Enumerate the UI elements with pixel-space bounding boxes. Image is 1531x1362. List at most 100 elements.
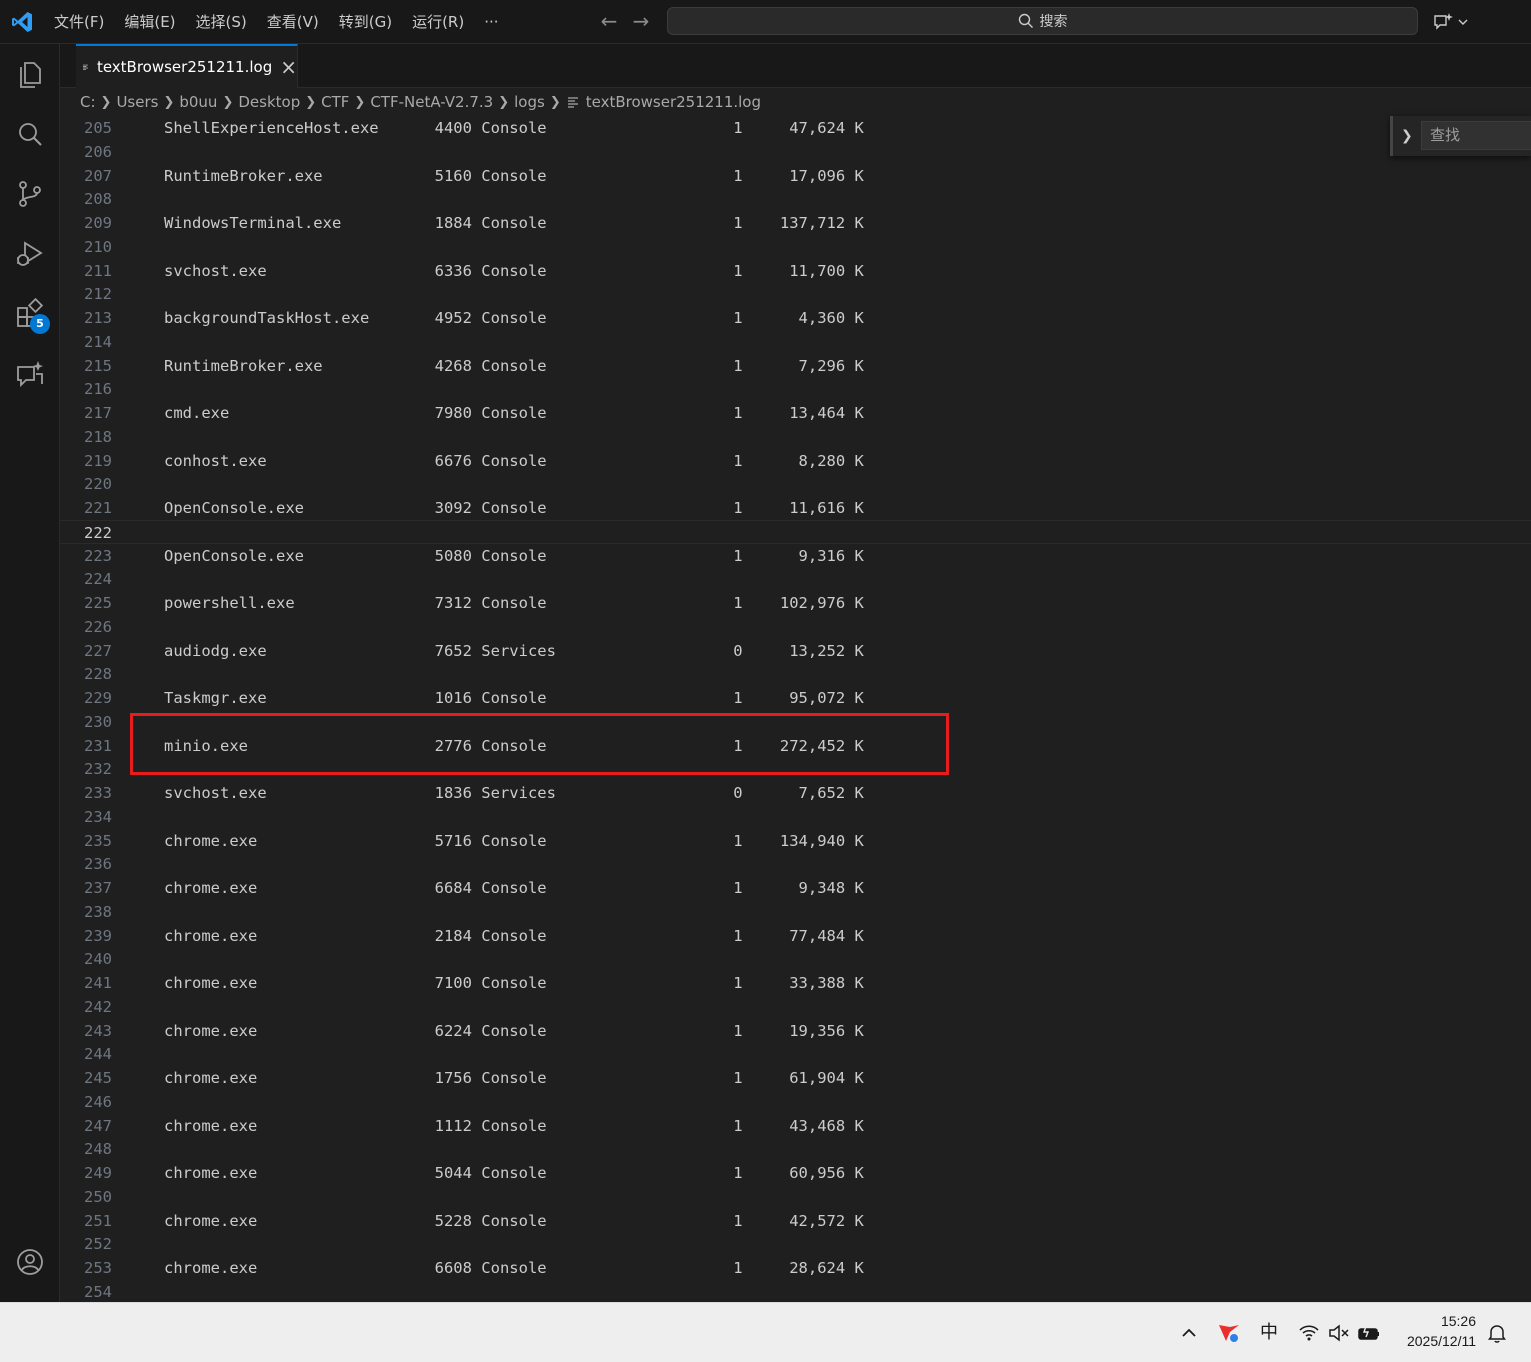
code-line[interactable]: 222 — [60, 519, 1531, 544]
line-number: 226 — [84, 617, 112, 636]
code-line[interactable]: 207 RuntimeBroker.exe 5160 Console 1 17,0… — [60, 164, 1531, 188]
breadcrumb-item[interactable]: CTF — [321, 93, 349, 111]
code-line[interactable]: 225 powershell.exe 7312 Console 1 102,976… — [60, 591, 1531, 615]
code-line[interactable]: 221 OpenConsole.exe 3092 Console 1 11,616… — [60, 496, 1531, 520]
code-line[interactable]: 252 — [60, 1232, 1531, 1256]
code-line[interactable]: 238 — [60, 900, 1531, 924]
line-number: 238 — [84, 902, 112, 921]
run-debug-icon[interactable] — [14, 238, 46, 270]
chevron-right-icon[interactable]: ❯ — [1401, 126, 1417, 146]
menu-item-1[interactable]: 编辑(E) — [114, 8, 185, 36]
line-number: 210 — [84, 237, 112, 256]
wifi-icon[interactable] — [1297, 1321, 1321, 1345]
source-control-icon[interactable] — [14, 178, 46, 210]
menu-item-3[interactable]: 查看(V) — [257, 8, 329, 36]
line-text: WindowsTerminal.exe 1884 Console 1 137,7… — [164, 214, 864, 232]
menu-item-2[interactable]: 选择(S) — [186, 8, 257, 36]
code-line[interactable]: 244 — [60, 1042, 1531, 1066]
code-line[interactable]: 250 — [60, 1185, 1531, 1209]
code-line[interactable]: 234 — [60, 805, 1531, 829]
code-line[interactable]: 209 WindowsTerminal.exe 1884 Console 1 13… — [60, 211, 1531, 235]
chevron-down-icon — [1458, 19, 1468, 25]
ime-indicator[interactable]: 中 — [1257, 1321, 1281, 1345]
menu-item-4[interactable]: 转到(G) — [329, 8, 402, 36]
close-icon[interactable]: × — [280, 57, 297, 77]
line-number: 209 — [84, 214, 112, 232]
tray-chevron-up-icon[interactable] — [1177, 1321, 1201, 1345]
code-line[interactable]: 211 svchost.exe 6336 Console 1 11,700 K — [60, 259, 1531, 283]
notification-bell-icon[interactable] — [1485, 1321, 1509, 1345]
code-line[interactable]: 226 — [60, 615, 1531, 639]
code-line[interactable]: 214 — [60, 330, 1531, 354]
code-line[interactable]: 247 chrome.exe 1112 Console 1 43,468 K — [60, 1114, 1531, 1138]
code-line[interactable]: 228 — [60, 662, 1531, 686]
system-clock[interactable]: 15:26 2025/12/11 — [1390, 1311, 1476, 1351]
command-center-search[interactable]: 搜索 — [667, 7, 1418, 35]
breadcrumb-item[interactable]: CTF-NetA-V2.7.3 — [370, 93, 493, 111]
arrow-right-icon[interactable]: → — [630, 10, 652, 32]
breadcrumb-item[interactable]: textBrowser251211.log — [586, 93, 761, 111]
explorer-icon[interactable] — [14, 58, 46, 90]
code-line[interactable]: 243 chrome.exe 6224 Console 1 19,356 K — [60, 1019, 1531, 1043]
code-line[interactable]: 237 chrome.exe 6684 Console 1 9,348 K — [60, 876, 1531, 900]
code-line[interactable]: 254 — [60, 1280, 1531, 1302]
code-line[interactable]: 246 — [60, 1090, 1531, 1114]
antivirus-icon[interactable] — [1217, 1321, 1241, 1345]
code-line[interactable]: 251 chrome.exe 5228 Console 1 42,572 K — [60, 1209, 1531, 1233]
breadcrumb-item[interactable]: C: — [80, 93, 96, 111]
code-line[interactable]: 241 chrome.exe 7100 Console 1 33,388 K — [60, 971, 1531, 995]
code-line[interactable]: 240 — [60, 947, 1531, 971]
breadcrumb-item[interactable]: Users — [116, 93, 158, 111]
code-line[interactable]: 212 — [60, 282, 1531, 306]
code-line[interactable]: 223 OpenConsole.exe 5080 Console 1 9,316 … — [60, 544, 1531, 568]
find-input[interactable]: 查找 — [1421, 121, 1531, 150]
code-line[interactable]: 235 chrome.exe 5716 Console 1 134,940 K — [60, 829, 1531, 853]
search-icon[interactable] — [14, 118, 46, 150]
line-text: RuntimeBroker.exe 4268 Console 1 7,296 K — [164, 356, 864, 375]
code-line[interactable]: 229 Taskmgr.exe 1016 Console 1 95,072 K — [60, 686, 1531, 710]
code-line[interactable]: 248 — [60, 1137, 1531, 1161]
account-icon[interactable] — [14, 1246, 46, 1278]
code-line[interactable]: 205 ShellExperienceHost.exe 4400 Console … — [60, 116, 1531, 140]
code-line[interactable]: 215 RuntimeBroker.exe 4268 Console 1 7,29… — [60, 354, 1531, 378]
line-number: 224 — [84, 570, 112, 589]
chat-icon[interactable] — [14, 358, 46, 390]
tab-label: textBrowser251211.log — [96, 58, 273, 76]
code-line[interactable]: 208 — [60, 187, 1531, 211]
code-line[interactable]: 224 — [60, 567, 1531, 591]
code-line[interactable]: 210 — [60, 235, 1531, 259]
code-line[interactable]: 217 cmd.exe 7980 Console 1 13,464 K — [60, 401, 1531, 425]
battery-icon[interactable] — [1357, 1321, 1381, 1345]
code-line[interactable]: 245 chrome.exe 1756 Console 1 61,904 K — [60, 1066, 1531, 1090]
menu-bar: 文件(F) 编辑(E) 选择(S) 查看(V) 转到(G) 运行(R) ··· — [44, 0, 509, 44]
line-text: svchost.exe 1836 Services 0 7,652 K — [164, 784, 864, 802]
code-line[interactable]: 206 — [60, 140, 1531, 164]
code-line[interactable]: 219 conhost.exe 6676 Console 1 8,280 K — [60, 449, 1531, 473]
menu-item-0[interactable]: 文件(F) — [44, 8, 114, 36]
menu-item-5[interactable]: 运行(R) — [402, 8, 474, 36]
arrow-left-icon[interactable]: ← — [598, 10, 620, 32]
line-number: 227 — [84, 641, 112, 660]
copilot-button[interactable] — [1432, 10, 1474, 34]
breadcrumb-item[interactable]: logs — [514, 93, 545, 111]
line-number: 230 — [84, 712, 112, 731]
code-line[interactable]: 239 chrome.exe 2184 Console 1 77,484 K — [60, 924, 1531, 948]
code-line[interactable]: 213 backgroundTaskHost.exe 4952 Console 1… — [60, 306, 1531, 330]
breadcrumb-item[interactable]: b0uu — [179, 93, 217, 111]
menu-item-6[interactable]: ··· — [474, 8, 508, 36]
code-line[interactable]: 220 — [60, 472, 1531, 496]
breadcrumb-item[interactable]: Desktop — [238, 93, 300, 111]
code-line[interactable]: 233 svchost.exe 1836 Services 0 7,652 K — [60, 781, 1531, 805]
code-line[interactable]: 236 — [60, 852, 1531, 876]
speaker-muted-icon[interactable] — [1327, 1321, 1351, 1345]
vscode-logo-icon[interactable] — [10, 10, 34, 34]
editor-area[interactable]: 205 ShellExperienceHost.exe 4400 Console … — [60, 116, 1531, 1302]
line-number: 205 — [84, 119, 112, 137]
code-line[interactable]: 218 — [60, 425, 1531, 449]
code-line[interactable]: 227 audiodg.exe 7652 Services 0 13,252 K — [60, 639, 1531, 663]
code-line[interactable]: 242 — [60, 995, 1531, 1019]
tab-textbrowser-log[interactable]: textBrowser251211.log × — [76, 44, 298, 88]
code-line[interactable]: 249 chrome.exe 5044 Console 1 60,956 K — [60, 1161, 1531, 1185]
code-line[interactable]: 216 — [60, 377, 1531, 401]
code-line[interactable]: 253 chrome.exe 6608 Console 1 28,624 K — [60, 1256, 1531, 1280]
